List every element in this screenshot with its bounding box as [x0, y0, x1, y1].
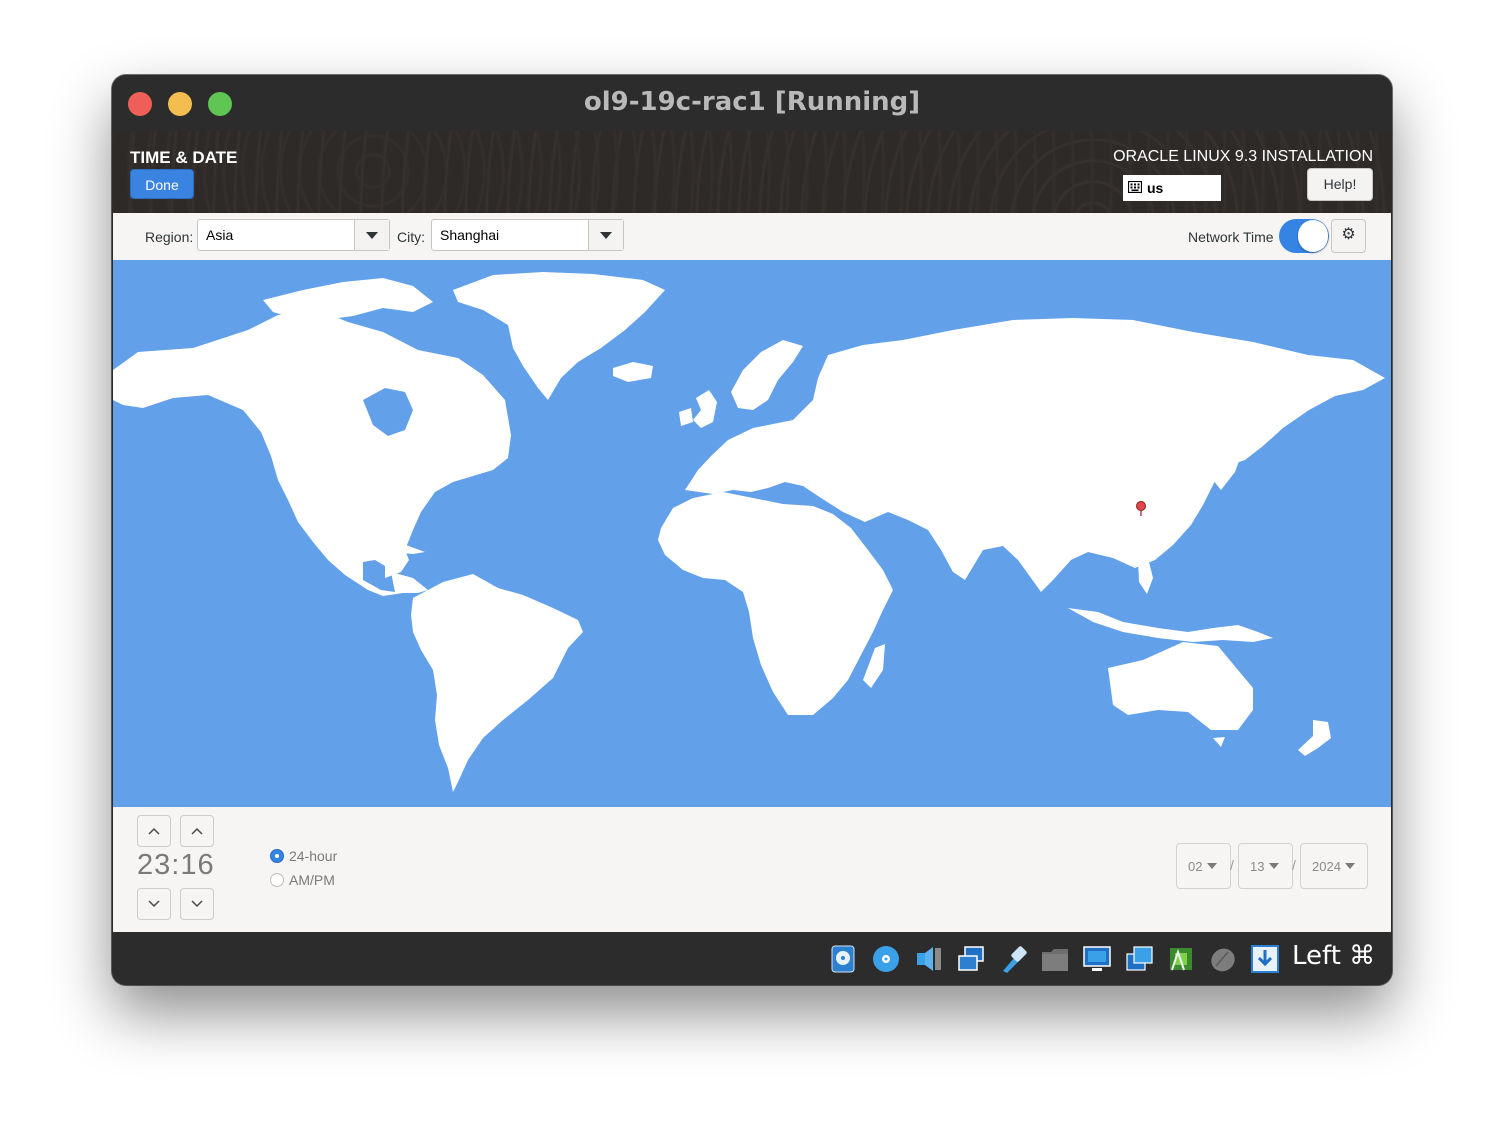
shared-folder-icon[interactable]	[1040, 944, 1070, 974]
madagascar[interactable]	[863, 644, 885, 688]
switch-knob	[1298, 220, 1328, 252]
day-combobox[interactable]: 13	[1238, 843, 1293, 889]
indonesia[interactable]	[1068, 608, 1273, 642]
day-value: 13	[1250, 859, 1265, 874]
recording-icon[interactable]	[1124, 944, 1154, 974]
hard-disk-icon[interactable]	[828, 944, 858, 974]
time-separator: :	[171, 849, 181, 881]
city-label: City:	[397, 229, 425, 245]
title-bar[interactable]: ol9-19c-rac1 [Running]	[112, 75, 1392, 131]
vm-window: ol9-19c-rac1 [Running] TIME & DATE Done …	[112, 75, 1392, 985]
tasmania[interactable]	[1213, 737, 1225, 747]
date-separator: /	[1292, 857, 1296, 873]
optical-drive-icon[interactable]	[871, 944, 901, 974]
network-time-switch[interactable]	[1279, 219, 1329, 253]
year-combobox[interactable]: 2024	[1300, 843, 1368, 889]
format-ampm-radio[interactable]	[270, 873, 284, 887]
chevron-down-icon	[1345, 863, 1355, 869]
chevron-down-icon	[191, 900, 203, 908]
installer-header: TIME & DATE Done ORACLE LINUX 9.3 INSTAL…	[113, 131, 1391, 213]
gears-icon: ⚙	[1341, 226, 1356, 243]
done-button[interactable]: Done	[130, 169, 194, 199]
vm-status-bar: Left ⌘	[112, 932, 1392, 985]
product-title: ORACLE LINUX 9.3 INSTALLATION	[1113, 148, 1373, 165]
timezone-toolbar: Region: Asia City: Shanghai Network Time…	[113, 213, 1391, 260]
chevron-up-icon	[148, 827, 160, 835]
help-button[interactable]: Help!	[1307, 168, 1373, 201]
hours-value[interactable]: 23	[137, 849, 171, 881]
south-america[interactable]	[411, 574, 583, 792]
mouse-integration-icon[interactable]	[1208, 944, 1238, 974]
host-key-indicator[interactable]: Left ⌘	[1292, 941, 1375, 971]
new-zealand[interactable]	[1298, 720, 1331, 756]
region-combobox[interactable]: Asia	[197, 219, 390, 251]
chevron-down-icon	[148, 900, 160, 908]
format-24h-radio[interactable]	[270, 849, 284, 863]
north-america[interactable]	[113, 310, 511, 596]
time-display: 23:16	[137, 849, 215, 882]
minutes-up-button[interactable]	[180, 815, 214, 847]
month-value: 02	[1188, 859, 1203, 874]
hours-up-button[interactable]	[137, 815, 171, 847]
region-value: Asia	[206, 227, 234, 243]
city-combobox[interactable]: Shanghai	[431, 219, 624, 251]
minutes-value[interactable]: 16	[180, 849, 214, 881]
format-24h-label[interactable]: 24-hour	[289, 848, 337, 864]
philippines[interactable]	[1138, 558, 1153, 594]
spoke-title: TIME & DATE	[130, 148, 238, 167]
chevron-down-icon	[1269, 863, 1279, 869]
month-combobox[interactable]: 02	[1176, 843, 1231, 889]
chevron-down-icon	[1207, 863, 1217, 869]
ntp-settings-button[interactable]: ⚙	[1331, 219, 1366, 253]
chevron-up-icon	[191, 827, 203, 835]
guest-screen[interactable]: TIME & DATE Done ORACLE LINUX 9.3 INSTAL…	[113, 131, 1391, 932]
audio-icon[interactable]	[914, 944, 944, 974]
iceland[interactable]	[613, 362, 653, 382]
hours-down-button[interactable]	[137, 888, 171, 920]
keyboard-icon	[1128, 181, 1142, 193]
download-icon[interactable]	[1250, 944, 1280, 974]
land-masses	[113, 272, 1385, 792]
africa[interactable]	[658, 492, 893, 715]
ireland[interactable]	[679, 408, 693, 426]
region-label: Region:	[145, 229, 194, 245]
date-separator: /	[1230, 857, 1234, 873]
chevron-down-icon[interactable]	[588, 220, 623, 250]
format-ampm-label[interactable]: AM/PM	[289, 872, 335, 888]
keyboard-layout-indicator[interactable]: us	[1123, 175, 1221, 201]
timezone-map[interactable]	[113, 260, 1391, 807]
great-britain[interactable]	[693, 390, 717, 428]
network-time-label: Network Time	[1188, 229, 1274, 245]
canadian-arctic-islands[interactable]	[263, 278, 433, 320]
australia[interactable]	[1108, 642, 1253, 730]
window-title: ol9-19c-rac1 [Running]	[583, 87, 921, 117]
year-value: 2024	[1312, 859, 1341, 874]
time-date-panel: 23:16 24-hour AM/PM 02 / 13 / 2024	[113, 807, 1391, 932]
scandinavia[interactable]	[731, 340, 803, 410]
world-map[interactable]	[113, 260, 1391, 807]
network-icon[interactable]	[956, 944, 986, 974]
cpu-icon[interactable]	[1166, 944, 1196, 974]
keyboard-layout-label: us	[1147, 180, 1164, 196]
city-value: Shanghai	[440, 227, 500, 243]
usb-icon[interactable]	[998, 944, 1028, 974]
display-icon[interactable]	[1082, 944, 1112, 974]
minutes-down-button[interactable]	[180, 888, 214, 920]
chevron-down-icon[interactable]	[354, 220, 389, 250]
